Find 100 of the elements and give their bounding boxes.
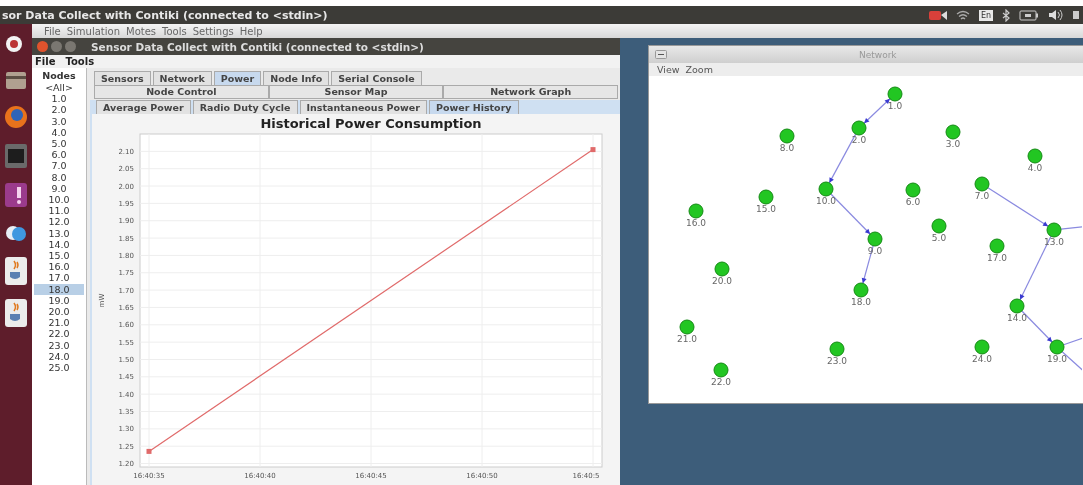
node-circle[interactable] bbox=[1049, 339, 1065, 355]
list-item[interactable]: 10.0 bbox=[34, 194, 84, 206]
node-circle[interactable] bbox=[974, 339, 990, 355]
list-item[interactable]: 23.0 bbox=[34, 339, 84, 351]
list-item[interactable]: 21.0 bbox=[34, 317, 84, 329]
speaker-icon[interactable] bbox=[1048, 9, 1064, 21]
close-icon[interactable] bbox=[37, 41, 48, 52]
tab[interactable]: Power History bbox=[429, 100, 519, 114]
node-circle[interactable] bbox=[1009, 298, 1025, 314]
node-circle[interactable] bbox=[851, 120, 867, 136]
window-menu-icon[interactable] bbox=[655, 50, 667, 59]
node-label: 19.0 bbox=[1047, 354, 1067, 364]
menu-item[interactable]: Tools bbox=[65, 56, 95, 67]
tab[interactable]: Instantaneous Power bbox=[299, 100, 427, 114]
node-label: 10.0 bbox=[816, 196, 836, 206]
list-item[interactable]: 5.0 bbox=[34, 138, 84, 150]
wifi-icon[interactable] bbox=[955, 10, 970, 20]
node-circle[interactable] bbox=[931, 218, 947, 234]
chart-title: Historical Power Consumption bbox=[260, 116, 482, 131]
list-item[interactable]: 12.0 bbox=[34, 216, 84, 228]
cup-icon[interactable] bbox=[4, 256, 28, 286]
list-item[interactable]: 3.0 bbox=[34, 115, 84, 127]
node-circle[interactable] bbox=[974, 176, 990, 192]
list-item[interactable]: 14.0 bbox=[34, 238, 84, 251]
tab[interactable]: Sensors bbox=[94, 71, 151, 85]
tab[interactable]: Network bbox=[152, 71, 212, 85]
node-label: 14.0 bbox=[1007, 313, 1027, 323]
list-item[interactable]: 6.0 bbox=[34, 149, 84, 161]
list-item[interactable]: 18.0 bbox=[34, 283, 84, 295]
node-circle[interactable] bbox=[945, 124, 961, 140]
data-point bbox=[146, 448, 152, 454]
camera-icon[interactable] bbox=[928, 9, 947, 21]
node-circle[interactable] bbox=[887, 86, 903, 102]
menu-item[interactable]: Help bbox=[239, 25, 263, 37]
node-circle[interactable] bbox=[1046, 222, 1062, 238]
keyboard-layout-indicator[interactable]: En bbox=[978, 9, 993, 21]
minimize-icon[interactable] bbox=[51, 41, 62, 52]
list-item[interactable]: 9.0 bbox=[34, 182, 84, 195]
list-item[interactable]: 24.0 bbox=[34, 350, 84, 363]
tab[interactable]: Node Control bbox=[94, 85, 269, 99]
list-item[interactable]: 8.0 bbox=[34, 171, 84, 183]
link-line bbox=[1060, 225, 1082, 230]
menu-item[interactable]: File bbox=[35, 56, 56, 67]
list-item[interactable]: 11.0 bbox=[34, 205, 84, 217]
node-circle[interactable] bbox=[989, 238, 1005, 254]
node-circle[interactable] bbox=[714, 261, 730, 277]
tab[interactable]: Node Info bbox=[263, 71, 330, 85]
list-item[interactable]: 7.0 bbox=[34, 160, 84, 172]
node-circle[interactable] bbox=[688, 203, 704, 219]
menu-item[interactable]: Settings bbox=[192, 25, 234, 37]
list-item[interactable]: 19.0 bbox=[34, 294, 84, 307]
node-circle[interactable] bbox=[853, 282, 869, 298]
list-item[interactable]: <All> bbox=[34, 82, 84, 94]
cup-icon[interactable] bbox=[4, 298, 28, 328]
menu-item[interactable]: Tools bbox=[162, 25, 187, 37]
window-title: Sensor Data Collect with Contiki (connected to <stdin>) bbox=[91, 40, 424, 53]
tab[interactable]: Average Power bbox=[96, 100, 191, 114]
node-circle[interactable] bbox=[679, 319, 695, 335]
menu-item[interactable]: Zoom bbox=[685, 64, 713, 75]
tab[interactable]: Radio Duty Cycle bbox=[192, 100, 298, 114]
menu-item[interactable]: Simulation bbox=[66, 25, 120, 37]
tab[interactable]: Network Graph bbox=[443, 85, 618, 99]
node-label: 6.0 bbox=[905, 197, 921, 207]
node-circle[interactable] bbox=[829, 341, 845, 357]
terminal-icon[interactable] bbox=[4, 142, 28, 170]
app-icon[interactable] bbox=[4, 182, 28, 208]
node-circle[interactable] bbox=[713, 362, 729, 378]
node-circle[interactable] bbox=[779, 128, 795, 144]
tab[interactable]: Power bbox=[213, 71, 262, 85]
menu-item[interactable]: View bbox=[657, 64, 680, 75]
node-circle[interactable] bbox=[1027, 148, 1043, 164]
maximize-icon[interactable] bbox=[65, 41, 76, 52]
node-label: 21.0 bbox=[677, 334, 697, 344]
node-circle[interactable] bbox=[818, 181, 834, 197]
node-label: 24.0 bbox=[972, 354, 992, 364]
list-item[interactable]: 1.0 bbox=[34, 93, 84, 105]
node-circle[interactable] bbox=[867, 231, 883, 247]
tray-icon[interactable] bbox=[1073, 9, 1079, 21]
list-item[interactable]: 22.0 bbox=[34, 328, 84, 340]
menu-item[interactable]: File bbox=[44, 25, 61, 37]
list-item[interactable]: 20.0 bbox=[34, 306, 84, 318]
battery-icon[interactable] bbox=[1019, 9, 1039, 21]
tab[interactable]: Serial Console bbox=[331, 71, 422, 85]
node-circle[interactable] bbox=[758, 189, 774, 205]
globe-icon[interactable] bbox=[4, 104, 28, 130]
list-item[interactable]: 4.0 bbox=[34, 126, 84, 138]
list-item[interactable]: 13.0 bbox=[34, 227, 84, 239]
list-item[interactable]: 16.0 bbox=[34, 261, 84, 273]
node-circle[interactable] bbox=[905, 182, 921, 198]
list-item[interactable]: 25.0 bbox=[34, 362, 84, 374]
list-item[interactable]: 15.0 bbox=[34, 250, 84, 262]
node-label: 20.0 bbox=[712, 276, 732, 286]
list-item[interactable]: 2.0 bbox=[34, 104, 84, 116]
bluetooth-icon[interactable] bbox=[1002, 8, 1010, 22]
node-label: 7.0 bbox=[974, 191, 990, 201]
node-label: 17.0 bbox=[987, 253, 1007, 263]
menu-item[interactable]: Motes bbox=[126, 25, 157, 37]
tab[interactable]: Sensor Map bbox=[268, 85, 444, 99]
node-label: 8.0 bbox=[779, 143, 795, 153]
list-item[interactable]: 17.0 bbox=[34, 272, 84, 284]
